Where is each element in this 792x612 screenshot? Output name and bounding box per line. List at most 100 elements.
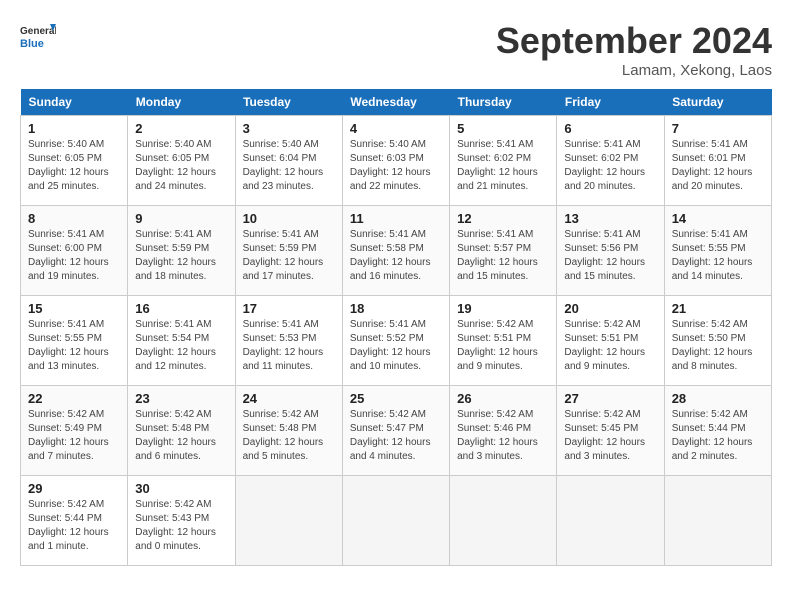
title-block: September 2024 Lamam, Xekong, Laos xyxy=(496,20,772,79)
calendar-cell: 14 Sunrise: 5:41 AMSunset: 5:55 PMDaylig… xyxy=(664,206,771,296)
day-number: 3 xyxy=(243,121,335,136)
day-info: Sunrise: 5:40 AMSunset: 6:05 PMDaylight:… xyxy=(28,138,120,194)
calendar-cell: 9 Sunrise: 5:41 AMSunset: 5:59 PMDayligh… xyxy=(128,206,235,296)
calendar-cell xyxy=(664,476,771,566)
calendar-cell: 26 Sunrise: 5:42 AMSunset: 5:46 PMDaylig… xyxy=(450,386,557,476)
day-number: 12 xyxy=(457,211,549,226)
day-info: Sunrise: 5:41 AMSunset: 6:02 PMDaylight:… xyxy=(564,138,656,194)
calendar-cell: 2 Sunrise: 5:40 AMSunset: 6:05 PMDayligh… xyxy=(128,116,235,206)
day-info: Sunrise: 5:41 AMSunset: 6:00 PMDaylight:… xyxy=(28,228,120,284)
day-info: Sunrise: 5:41 AMSunset: 5:59 PMDaylight:… xyxy=(135,228,227,284)
calendar-cell: 21 Sunrise: 5:42 AMSunset: 5:50 PMDaylig… xyxy=(664,296,771,386)
calendar-cell: 13 Sunrise: 5:41 AMSunset: 5:56 PMDaylig… xyxy=(557,206,664,296)
day-info: Sunrise: 5:42 AMSunset: 5:44 PMDaylight:… xyxy=(672,408,764,464)
day-info: Sunrise: 5:41 AMSunset: 5:52 PMDaylight:… xyxy=(350,318,442,374)
day-number: 7 xyxy=(672,121,764,136)
day-info: Sunrise: 5:41 AMSunset: 5:57 PMDaylight:… xyxy=(457,228,549,284)
calendar-cell xyxy=(557,476,664,566)
day-number: 15 xyxy=(28,301,120,316)
day-number: 8 xyxy=(28,211,120,226)
day-info: Sunrise: 5:42 AMSunset: 5:45 PMDaylight:… xyxy=(564,408,656,464)
month-title: September 2024 xyxy=(496,20,772,62)
day-info: Sunrise: 5:41 AMSunset: 5:55 PMDaylight:… xyxy=(28,318,120,374)
calendar-cell: 3 Sunrise: 5:40 AMSunset: 6:04 PMDayligh… xyxy=(235,116,342,206)
day-info: Sunrise: 5:42 AMSunset: 5:50 PMDaylight:… xyxy=(672,318,764,374)
day-info: Sunrise: 5:41 AMSunset: 5:59 PMDaylight:… xyxy=(243,228,335,284)
calendar-week-row: 29 Sunrise: 5:42 AMSunset: 5:44 PMDaylig… xyxy=(21,476,772,566)
day-info: Sunrise: 5:40 AMSunset: 6:05 PMDaylight:… xyxy=(135,138,227,194)
calendar-cell: 22 Sunrise: 5:42 AMSunset: 5:49 PMDaylig… xyxy=(21,386,128,476)
day-info: Sunrise: 5:41 AMSunset: 5:54 PMDaylight:… xyxy=(135,318,227,374)
calendar-cell: 7 Sunrise: 5:41 AMSunset: 6:01 PMDayligh… xyxy=(664,116,771,206)
day-info: Sunrise: 5:41 AMSunset: 5:58 PMDaylight:… xyxy=(350,228,442,284)
day-number: 22 xyxy=(28,391,120,406)
day-number: 4 xyxy=(350,121,442,136)
day-number: 28 xyxy=(672,391,764,406)
calendar-cell xyxy=(450,476,557,566)
calendar-cell: 15 Sunrise: 5:41 AMSunset: 5:55 PMDaylig… xyxy=(21,296,128,386)
day-number: 11 xyxy=(350,211,442,226)
calendar-cell: 8 Sunrise: 5:41 AMSunset: 6:00 PMDayligh… xyxy=(21,206,128,296)
day-info: Sunrise: 5:42 AMSunset: 5:44 PMDaylight:… xyxy=(28,498,120,554)
logo: General Blue xyxy=(20,20,56,56)
calendar-cell: 24 Sunrise: 5:42 AMSunset: 5:48 PMDaylig… xyxy=(235,386,342,476)
weekday-header-tuesday: Tuesday xyxy=(235,89,342,116)
day-number: 17 xyxy=(243,301,335,316)
day-info: Sunrise: 5:42 AMSunset: 5:48 PMDaylight:… xyxy=(135,408,227,464)
page-header: General Blue September 2024 Lamam, Xekon… xyxy=(20,20,772,79)
calendar-week-row: 22 Sunrise: 5:42 AMSunset: 5:49 PMDaylig… xyxy=(21,386,772,476)
calendar-cell: 25 Sunrise: 5:42 AMSunset: 5:47 PMDaylig… xyxy=(342,386,449,476)
day-info: Sunrise: 5:42 AMSunset: 5:49 PMDaylight:… xyxy=(28,408,120,464)
day-number: 24 xyxy=(243,391,335,406)
day-number: 21 xyxy=(672,301,764,316)
weekday-header-monday: Monday xyxy=(128,89,235,116)
calendar-cell: 12 Sunrise: 5:41 AMSunset: 5:57 PMDaylig… xyxy=(450,206,557,296)
day-number: 19 xyxy=(457,301,549,316)
day-number: 30 xyxy=(135,481,227,496)
calendar-cell: 18 Sunrise: 5:41 AMSunset: 5:52 PMDaylig… xyxy=(342,296,449,386)
day-info: Sunrise: 5:40 AMSunset: 6:03 PMDaylight:… xyxy=(350,138,442,194)
calendar-cell xyxy=(342,476,449,566)
svg-text:General: General xyxy=(20,26,56,37)
day-info: Sunrise: 5:41 AMSunset: 6:02 PMDaylight:… xyxy=(457,138,549,194)
day-number: 16 xyxy=(135,301,227,316)
day-info: Sunrise: 5:40 AMSunset: 6:04 PMDaylight:… xyxy=(243,138,335,194)
day-info: Sunrise: 5:41 AMSunset: 5:55 PMDaylight:… xyxy=(672,228,764,284)
day-info: Sunrise: 5:42 AMSunset: 5:43 PMDaylight:… xyxy=(135,498,227,554)
day-info: Sunrise: 5:41 AMSunset: 5:56 PMDaylight:… xyxy=(564,228,656,284)
day-number: 25 xyxy=(350,391,442,406)
day-info: Sunrise: 5:42 AMSunset: 5:51 PMDaylight:… xyxy=(457,318,549,374)
day-info: Sunrise: 5:42 AMSunset: 5:48 PMDaylight:… xyxy=(243,408,335,464)
day-number: 1 xyxy=(28,121,120,136)
calendar-cell: 17 Sunrise: 5:41 AMSunset: 5:53 PMDaylig… xyxy=(235,296,342,386)
calendar-week-row: 15 Sunrise: 5:41 AMSunset: 5:55 PMDaylig… xyxy=(21,296,772,386)
calendar-cell xyxy=(235,476,342,566)
calendar-cell: 19 Sunrise: 5:42 AMSunset: 5:51 PMDaylig… xyxy=(450,296,557,386)
calendar-cell: 6 Sunrise: 5:41 AMSunset: 6:02 PMDayligh… xyxy=(557,116,664,206)
weekday-header-row: SundayMondayTuesdayWednesdayThursdayFrid… xyxy=(21,89,772,116)
day-info: Sunrise: 5:41 AMSunset: 6:01 PMDaylight:… xyxy=(672,138,764,194)
day-number: 10 xyxy=(243,211,335,226)
day-number: 29 xyxy=(28,481,120,496)
weekday-header-thursday: Thursday xyxy=(450,89,557,116)
day-info: Sunrise: 5:42 AMSunset: 5:46 PMDaylight:… xyxy=(457,408,549,464)
weekday-header-wednesday: Wednesday xyxy=(342,89,449,116)
day-number: 20 xyxy=(564,301,656,316)
weekday-header-friday: Friday xyxy=(557,89,664,116)
svg-text:Blue: Blue xyxy=(20,38,44,50)
calendar-cell: 16 Sunrise: 5:41 AMSunset: 5:54 PMDaylig… xyxy=(128,296,235,386)
weekday-header-sunday: Sunday xyxy=(21,89,128,116)
day-number: 14 xyxy=(672,211,764,226)
day-number: 2 xyxy=(135,121,227,136)
day-number: 26 xyxy=(457,391,549,406)
calendar-week-row: 1 Sunrise: 5:40 AMSunset: 6:05 PMDayligh… xyxy=(21,116,772,206)
calendar-cell: 11 Sunrise: 5:41 AMSunset: 5:58 PMDaylig… xyxy=(342,206,449,296)
calendar-cell: 5 Sunrise: 5:41 AMSunset: 6:02 PMDayligh… xyxy=(450,116,557,206)
calendar-cell: 29 Sunrise: 5:42 AMSunset: 5:44 PMDaylig… xyxy=(21,476,128,566)
day-number: 13 xyxy=(564,211,656,226)
logo-svg: General Blue xyxy=(20,20,56,56)
calendar-cell: 23 Sunrise: 5:42 AMSunset: 5:48 PMDaylig… xyxy=(128,386,235,476)
day-info: Sunrise: 5:41 AMSunset: 5:53 PMDaylight:… xyxy=(243,318,335,374)
day-info: Sunrise: 5:42 AMSunset: 5:51 PMDaylight:… xyxy=(564,318,656,374)
day-number: 6 xyxy=(564,121,656,136)
